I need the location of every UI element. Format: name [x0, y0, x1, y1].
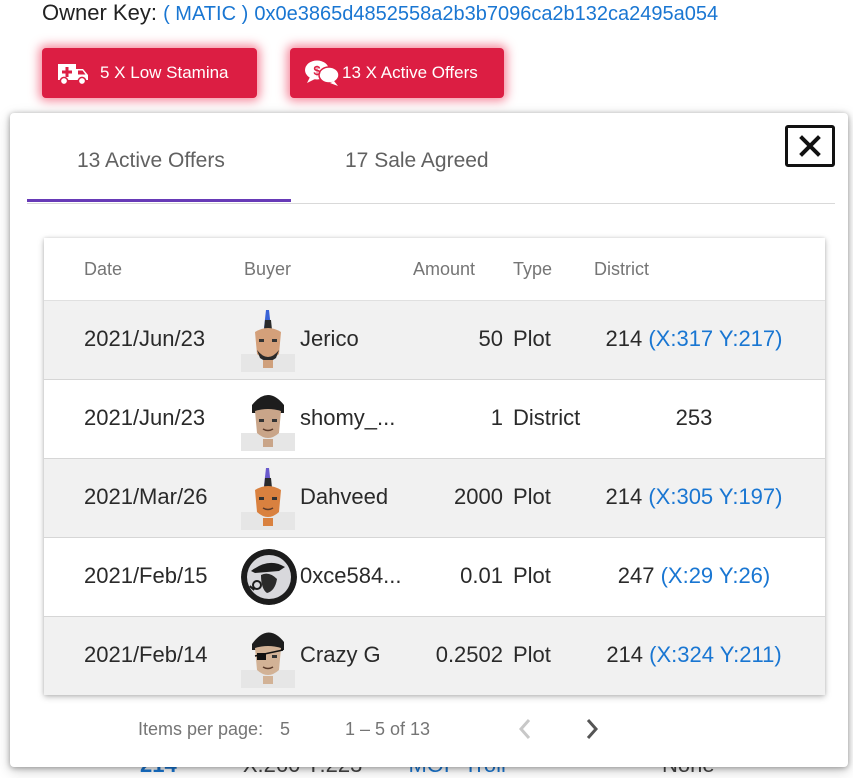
table-row[interactable]: 2021/Feb/15 0xce584... 0.01 Plot 247 (X:…	[44, 538, 825, 617]
cell-buyer[interactable]: Jerico	[300, 326, 359, 352]
tab-sale-agreed[interactable]: 17 Sale Agreed	[345, 149, 489, 173]
cell-date: 2021/Feb/15	[84, 563, 208, 588]
district-number: 214	[605, 484, 643, 509]
cell-date: 2021/Jun/23	[84, 326, 206, 351]
district-coord-link[interactable]: (X:317 Y:217)	[648, 326, 782, 351]
owner-key-label: Owner Key:	[42, 0, 157, 25]
cell-date: 2021/Jun/23	[84, 405, 206, 430]
items-per-page-select[interactable]: 5	[280, 719, 290, 740]
buyer-avatar	[241, 632, 295, 688]
buyer-avatar	[241, 468, 295, 530]
cell-type: Plot	[513, 484, 551, 509]
district-coord-link[interactable]: (X:305 Y:197)	[648, 484, 782, 509]
col-type[interactable]: Type	[513, 259, 552, 280]
cell-type: Plot	[513, 326, 551, 351]
cell-district: 247 (X:29 Y:26)	[582, 563, 806, 589]
col-buyer[interactable]: Buyer	[244, 259, 291, 280]
cell-amount: 0.01	[460, 563, 503, 588]
col-amount[interactable]: Amount	[413, 259, 475, 280]
col-date[interactable]: Date	[84, 259, 122, 280]
district-number: 247	[617, 563, 655, 588]
table-row[interactable]: 2021/Feb/14 Crazy G 0.2502 Plot 214 (X:3…	[44, 617, 825, 695]
offers-dialog: 13 Active Offers 17 Sale Agreed Date Buy…	[10, 113, 848, 767]
active-offers-button[interactable]: $ 13 X Active Offers	[290, 48, 504, 98]
cell-date: 2021/Mar/26	[84, 484, 208, 509]
cell-district: 253	[582, 405, 806, 431]
table-row[interactable]: 2021/Jun/23 Jerico 50 Plot 214 (X:317 Y:…	[44, 301, 825, 380]
svg-text:$: $	[313, 63, 321, 78]
cell-amount: 2000	[454, 484, 503, 509]
district-number: 214	[605, 326, 643, 351]
cell-type: Plot	[513, 642, 551, 667]
table-row[interactable]: 2021/Mar/26 Dahveed 2000 Plot 214 (X:305…	[44, 459, 825, 538]
buyer-avatar	[241, 310, 295, 372]
buyer-avatar	[241, 395, 295, 451]
close-icon	[799, 135, 821, 157]
low-stamina-button[interactable]: 5 X Low Stamina	[42, 48, 257, 98]
district-number: 253	[675, 405, 713, 430]
previous-page-button[interactable]	[515, 716, 535, 747]
cell-buyer[interactable]: Crazy G	[300, 642, 381, 668]
cell-district: 214 (X:305 Y:197)	[582, 484, 806, 510]
close-button[interactable]	[785, 125, 835, 167]
active-offers-label: 13 X Active Offers	[342, 63, 478, 82]
cell-amount: 0.2502	[435, 642, 503, 667]
district-coord-link[interactable]: (X:29 Y:26)	[661, 563, 771, 588]
cell-district: 214 (X:317 Y:217)	[582, 326, 806, 352]
owner-key-line: Owner Key: ( MATIC ) 0x0e3865d4852558a2b…	[42, 0, 718, 26]
cell-type: Plot	[513, 563, 551, 588]
low-stamina-label: 5 X Low Stamina	[100, 63, 229, 82]
cell-buyer[interactable]: shomy_...	[300, 405, 395, 431]
next-page-button[interactable]	[582, 716, 602, 747]
tab-indicator	[27, 199, 291, 202]
buyer-avatar	[241, 549, 297, 605]
col-district[interactable]: District	[594, 259, 649, 280]
owner-network: ( MATIC )	[163, 3, 249, 25]
chat-dollar-icon: $	[305, 60, 340, 86]
cell-type: District	[513, 405, 581, 430]
tab-bar: 13 Active Offers 17 Sale Agreed	[27, 113, 835, 204]
cell-buyer[interactable]: Dahveed	[300, 484, 388, 510]
chevron-left-icon	[518, 719, 531, 739]
owner-address-link[interactable]: 0x0e3865d4852558a2b3b7096ca2b132ca2495a0…	[254, 3, 718, 25]
cell-amount: 50	[478, 326, 503, 351]
cell-date: 2021/Feb/14	[84, 642, 208, 667]
table-row[interactable]: 2021/Jun/23 shomy_... 1 District 253	[44, 380, 825, 459]
items-per-page-label: Items per page:	[138, 719, 264, 739]
ambulance-icon	[58, 64, 88, 86]
district-coord-link[interactable]: (X:324 Y:211)	[649, 642, 782, 667]
district-number: 214	[606, 642, 644, 667]
cell-buyer[interactable]: 0xce584...	[300, 563, 402, 589]
tab-active-offers[interactable]: 13 Active Offers	[77, 149, 225, 173]
chevron-right-icon	[586, 719, 599, 739]
cell-amount: 1	[490, 405, 503, 430]
page-range-label: 1 – 5 of 13	[345, 719, 431, 739]
offers-table: Date Buyer Amount Type District 2021/Jun…	[44, 238, 825, 695]
table-header: Date Buyer Amount Type District	[44, 238, 825, 301]
paginator: Items per page: 5 1 – 5 of 13	[10, 709, 848, 749]
cell-district: 214 (X:324 Y:211)	[582, 642, 806, 668]
